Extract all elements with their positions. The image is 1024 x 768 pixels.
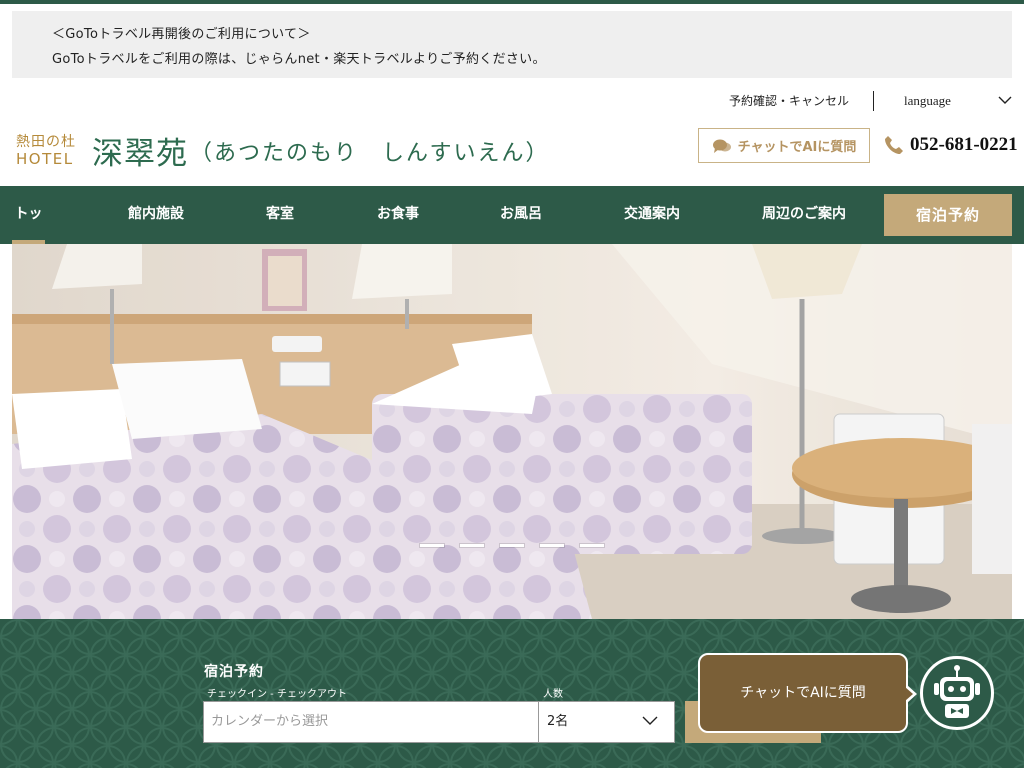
chatbot-bubble-text: チャットでAIに質問 — [740, 685, 866, 701]
goto-notice: ＜GoToトラベル再開後のご利用について＞ GoToトラベルをご利用の際は、じゃ… — [12, 11, 1012, 78]
guests-value: 2名 — [547, 714, 569, 729]
chevron-down-icon — [642, 716, 658, 725]
chat-bubble-icon — [712, 139, 731, 153]
chatbot-launcher[interactable] — [920, 656, 994, 730]
guests-select[interactable]: 2名 — [538, 701, 675, 743]
main-nav: トップ 館内施設 客室 お食事 お風呂 交通案内 周辺のご案内 宿泊予約 — [0, 186, 1024, 278]
slide-indicators — [420, 544, 604, 547]
slide-dot[interactable] — [580, 544, 604, 547]
chatbot-bubble[interactable]: チャットでAIに質問 — [698, 653, 917, 733]
phone-icon — [885, 136, 903, 154]
logo-line1: 熱田の杜 — [16, 133, 76, 150]
phone-text: 052-681-0221 — [910, 134, 1018, 155]
logo-mark: 熱田の杜 HOTEL — [16, 134, 84, 168]
robot-icon — [934, 665, 980, 718]
logo-name: 深翠苑 — [92, 136, 188, 172]
hotel-logo[interactable]: 熱田の杜 HOTEL 深翠苑 （あつたのもり しんすいえん） — [16, 128, 550, 173]
ai-chat-label: チャットでAIに質問 — [737, 140, 857, 155]
checkin-label: チェックイン - チェックアウト — [207, 689, 347, 700]
notice-body: GoToトラベルをご利用の際は、じゃらんnet・楽天トラベルよりご予約ください。 — [52, 52, 546, 67]
phone-number[interactable]: 052-681-0221 — [884, 132, 1018, 158]
logo-line2: HOTEL — [16, 149, 74, 168]
nav-item-dining[interactable]: お食事 — [377, 186, 419, 244]
slide-dot[interactable] — [420, 544, 444, 547]
date-input[interactable]: カレンダーから選択 — [203, 701, 539, 743]
nav-item-bath[interactable]: お風呂 — [500, 186, 542, 244]
top-accent-line — [0, 0, 1024, 4]
nav-item-access[interactable]: 交通案内 — [624, 186, 680, 244]
ai-chat-button[interactable]: チャットでAIに質問 — [698, 128, 870, 163]
language-selector[interactable]: language — [874, 91, 1012, 111]
hero-slideshow[interactable] — [12, 244, 1012, 619]
nav-item-facilities[interactable]: 館内施設 — [128, 186, 184, 244]
bubble-tail-inner — [905, 687, 913, 701]
chevron-down-icon — [998, 96, 1012, 104]
notice-title: ＜GoToトラベル再開後のご利用について＞ — [52, 27, 311, 42]
hero-room-image — [12, 244, 1012, 619]
language-label: language — [904, 93, 951, 108]
nav-item-rooms[interactable]: 客室 — [266, 186, 294, 244]
nav-item-top[interactable]: トップ — [12, 186, 45, 278]
slide-dot[interactable] — [500, 544, 524, 547]
book-stay-button[interactable]: 宿泊予約 — [884, 194, 1012, 236]
nav-item-surroundings[interactable]: 周辺のご案内 — [762, 186, 846, 244]
slide-dot[interactable] — [460, 544, 484, 547]
slide-dot[interactable] — [540, 544, 564, 547]
booking-title: 宿泊予約 — [204, 664, 264, 680]
utility-bar: 予約確認・キャンセル language — [729, 90, 1012, 112]
logo-reading: （あつたのもり しんすいえん） — [190, 140, 550, 166]
reservation-check-link[interactable]: 予約確認・キャンセル — [729, 91, 874, 111]
guests-label: 人数 — [543, 689, 563, 700]
